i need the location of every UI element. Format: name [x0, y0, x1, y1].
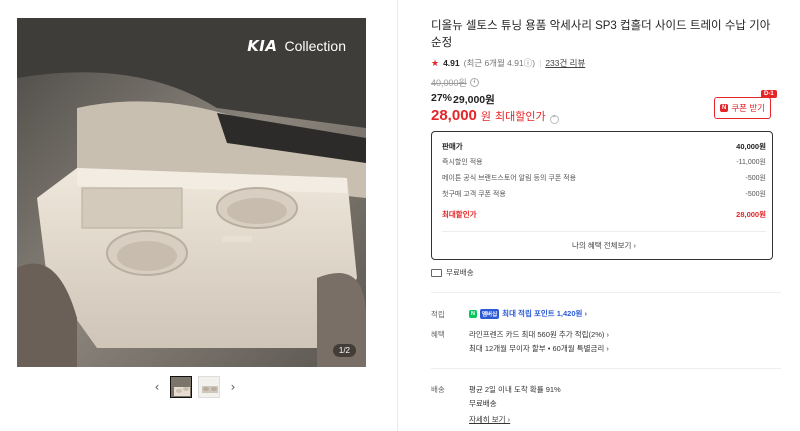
thumbnail-strip: ‹ › — [150, 376, 240, 398]
d-day-badge: D-1 — [761, 90, 777, 98]
breakdown-row: 첫구매 고객 쿠폰 적용 -500원 — [442, 186, 766, 202]
chevron-left-icon[interactable]: ‹ — [150, 377, 164, 397]
rating-recent-text: (최근 6개월 4.91 — [463, 58, 524, 68]
breakdown-label: 메이튼 공식 브랜드스토어 알림 등의 쿠폰 적용 — [442, 175, 577, 182]
price-breakdown-box: 판매가 40,000원 즉시할인 적용 -11,000원 메이튼 공식 브랜드스… — [431, 131, 773, 260]
breakdown-row: 즉시할인 적용 -11,000원 — [442, 154, 766, 170]
breakdown-label: 즉시할인 적용 — [442, 159, 483, 166]
breakdown-label: 판매가 — [442, 141, 463, 151]
separator: | — [539, 58, 542, 68]
breakdown-value: 40,000원 — [736, 141, 766, 151]
discount-percent: 27% — [431, 92, 453, 104]
benefit-card-link[interactable]: 라인프렌즈 카드 최대 560원 추가 적립(2%) › — [469, 329, 609, 340]
thumbnail-image — [171, 377, 191, 397]
breakdown-value: -500원 — [745, 191, 766, 198]
naver-n-icon: N — [720, 104, 729, 112]
image-counter: 1/2 — [332, 344, 356, 357]
thumbnail-image — [199, 377, 219, 397]
rating-recent: (최근 6개월 4.91ⓘ) — [464, 57, 535, 69]
breakdown-max-row: 최대할인가 28,000원 — [442, 206, 766, 222]
reviews-link[interactable]: 233건 리뷰 — [545, 57, 585, 69]
free-shipping-label: 무료배송 — [446, 268, 474, 277]
max-discount-price: 28,000 — [431, 107, 477, 124]
original-price-value: 40,000원 — [431, 78, 467, 88]
kia-logo: KIA — [247, 37, 278, 55]
breakdown-value: -500원 — [745, 175, 766, 182]
product-title: 디올뉴 셀토스 튜닝 용품 악세사리 SP3 컵홀더 사이드 트레이 수납 기아… — [431, 20, 771, 49]
star-icon: ★ — [431, 57, 440, 68]
breakdown-max-label: 최대할인가 — [442, 209, 477, 219]
breakdown-value: -11,000원 — [736, 159, 766, 166]
delivery-more-link[interactable]: 자세히 보기 › — [469, 414, 510, 425]
section-divider — [431, 368, 781, 369]
brand-collection-label: Collection — [284, 38, 346, 54]
product-photo — [17, 18, 366, 367]
info-icon[interactable]: i — [469, 78, 479, 87]
chevron-up-icon[interactable]: ⌃ — [549, 115, 559, 124]
npay-icon: N — [469, 309, 477, 318]
brand-watermark: KIA Collection — [247, 37, 346, 55]
rating-recent-close: ) — [532, 58, 536, 68]
free-shipping-row: 무료배송 — [431, 267, 474, 278]
chevron-right-icon[interactable]: › — [226, 377, 240, 397]
delivery-estimate: 평균 2일 이내 도착 확률 91% — [469, 385, 561, 394]
max-discount-won: 원 — [480, 111, 492, 123]
points-row[interactable]: N 멤버십 최대 적립 포인트 1,420원 › — [469, 308, 587, 319]
info-icon[interactable]: ⓘ — [524, 58, 533, 68]
coupon-button-label: 쿠폰 받기 — [731, 103, 765, 113]
breakdown-label: 첫구매 고객 쿠폰 적용 — [442, 191, 506, 198]
delivery-free: 무료배송 — [469, 399, 497, 408]
breakdown-row: 판매가 40,000원 — [442, 138, 766, 154]
points-label: 적립 — [431, 310, 445, 319]
sale-price-row: 27% 29,000원 — [431, 92, 495, 107]
all-benefits-link[interactable]: 나의 혜택 전체보기 › — [442, 231, 766, 259]
section-divider — [431, 292, 781, 293]
max-discount-label: 최대할인가 — [495, 111, 546, 123]
benefits-label: 혜택 — [431, 330, 445, 339]
coupon-button[interactable]: N 쿠폰 받기 — [714, 97, 771, 119]
original-price: 40,000원 i — [431, 76, 479, 89]
rating-row: ★ 4.91 (최근 6개월 4.91ⓘ) | 233건 리뷰 — [431, 57, 585, 69]
sale-price: 29,000원 — [453, 94, 495, 106]
membership-badge: 멤버십 — [479, 308, 500, 319]
truck-icon — [431, 268, 442, 277]
delivery-label: 배송 — [431, 385, 445, 394]
breakdown-max-value: 28,000원 — [736, 209, 766, 219]
max-discount-row: 28,000 원 최대할인가 ⌃ — [431, 107, 559, 124]
thumbnail-2[interactable] — [198, 376, 220, 398]
thumbnail-1[interactable] — [170, 376, 192, 398]
rating-score: 4.91 — [443, 58, 460, 68]
points-text: 최대 적립 포인트 1,420원 › — [502, 309, 587, 318]
breakdown-row: 메이튼 공식 브랜드스토어 알림 등의 쿠폰 적용 -500원 — [442, 170, 766, 186]
column-divider — [397, 0, 398, 431]
benefit-installment-link[interactable]: 최대 12개월 무이자 할부 • 60개월 특별금리 › — [469, 343, 609, 354]
product-image-main[interactable]: KIA Collection 1/2 — [17, 18, 366, 367]
